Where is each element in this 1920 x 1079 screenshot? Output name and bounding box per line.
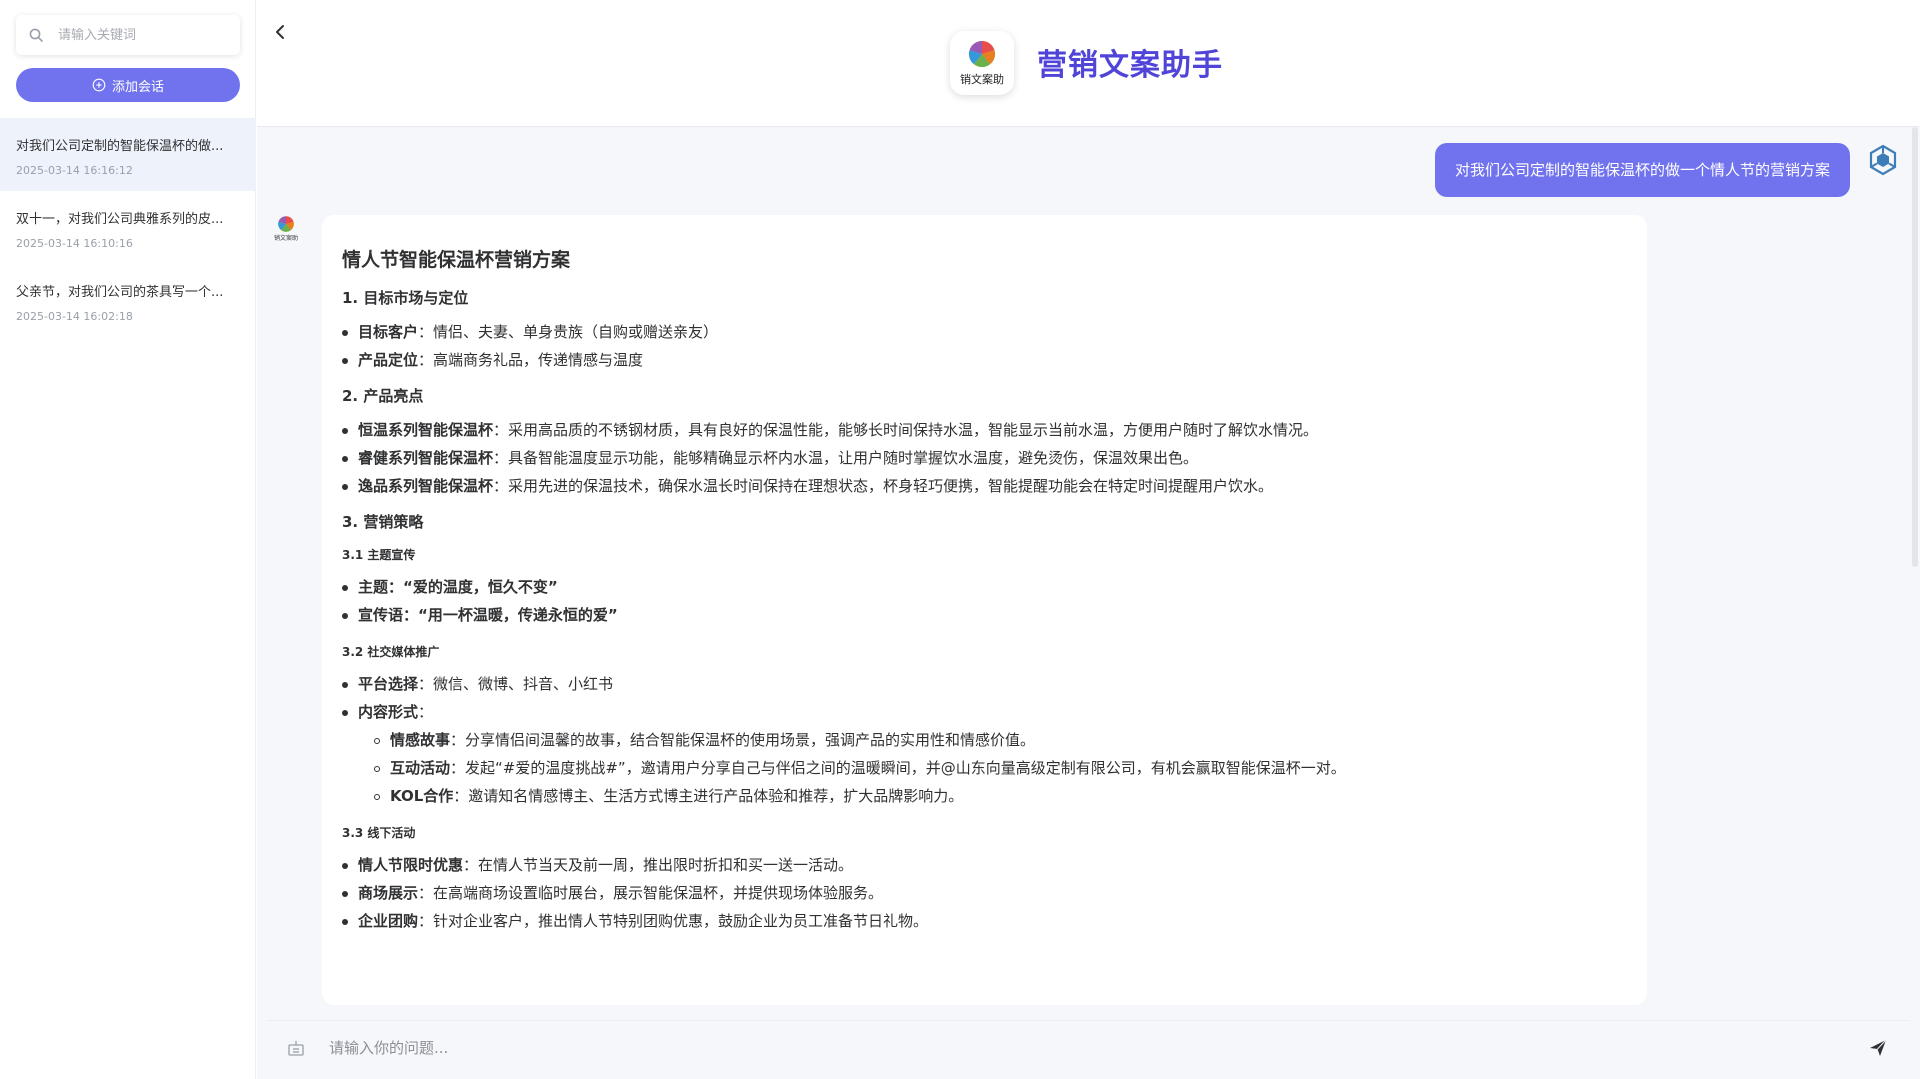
list-item: 主题：“爱的温度，恒久不变” (342, 573, 1627, 601)
subsection-heading: 3.2 社交媒体推广 (342, 645, 440, 659)
message-input[interactable] (329, 1039, 1868, 1057)
user-message-row: 对我们公司定制的智能保温杯的做一个情人节的营销方案 (1434, 143, 1900, 197)
list-item: 企业团购：针对企业客户，推出情人节特别团购优惠，鼓励企业为员工准备节日礼物。 (342, 907, 1627, 935)
list-item: 产品定位：高端商务礼品，传递情感与温度 (342, 346, 1627, 374)
section-heading: 2. 产品亮点 (342, 387, 424, 405)
conversation-item[interactable]: 双十一，对我们公司典雅系列的皮... 2025-03-14 16:10:16 (0, 191, 256, 264)
nested-list: 情感故事：分享情侣间温馨的故事，结合智能保温杯的使用场景，强调产品的实用性和情感… (358, 726, 1627, 810)
bullet-list: 情人节限时优惠：在情人节当天及前一周，推出限时折扣和买一送一活动。 商场展示：在… (342, 851, 1627, 935)
attachment-icon[interactable] (287, 1039, 305, 1057)
conversation-item[interactable]: 对我们公司定制的智能保温杯的做... 2025-03-14 16:16:12 (0, 118, 256, 191)
bot-color-wheel-icon (278, 216, 294, 232)
add-conversation-label: 添加会话 (111, 79, 164, 95)
nested-list-item: 互动活动：发起“#爱的温度挑战#”，邀请用户分享自己与伴侣之间的温暖瞬间，并@山… (374, 754, 1627, 782)
user-message: 对我们公司定制的智能保温杯的做一个情人节的营销方案 (1434, 143, 1850, 197)
conversation-list: 对我们公司定制的智能保温杯的做... 2025-03-14 16:16:12 双… (0, 118, 256, 337)
sidebar: 添加会话 对我们公司定制的智能保温杯的做... 2025-03-14 16:16… (0, 0, 256, 1079)
bot-avatar-text: 销文案助 (273, 235, 298, 242)
list-item: 平台选择：微信、微博、抖音、小红书 (342, 670, 1627, 698)
list-item: 商场展示：在高端商场设置临时展台，展示智能保温杯，并提供现场体验服务。 (342, 879, 1627, 907)
subsection-heading: 3.1 主题宣传 (342, 548, 416, 562)
user-avatar-icon (1869, 144, 1897, 176)
conversation-time: 2025-03-14 16:10:16 (16, 237, 133, 250)
search-box[interactable] (16, 15, 240, 55)
section-heading: 3. 营销策略 (342, 513, 424, 531)
send-icon[interactable] (1868, 1038, 1888, 1058)
list-item: 宣传语：“用一杯温暖，传递永恒的爱” (342, 601, 1627, 629)
scrollbar[interactable] (1912, 127, 1918, 567)
chat-header: 销文案助 营销文案助手 (257, 0, 1920, 127)
list-item: 逸品系列智能保温杯：采用先进的保温技术，确保水温长时间保持在理想状态，杯身轻巧便… (342, 472, 1627, 500)
app-logo: 销文案助 (950, 31, 1014, 95)
conversation-time: 2025-03-14 16:02:18 (16, 310, 133, 323)
chat-main: 销文案助 营销文案助手 对我们公司定制的智能保温杯的做一个情人节的营销方案 销文… (257, 0, 1920, 1079)
bullet-list: 目标客户：情侣、夫妻、单身贵族（自购或赠送亲友） 产品定位：高端商务礼品，传递情… (342, 318, 1627, 374)
list-item: 情人节限时优惠：在情人节当天及前一周，推出限时折扣和买一送一活动。 (342, 851, 1627, 879)
app-logo-text: 销文案助 (960, 73, 1004, 86)
bullet-list: 恒温系列智能保温杯：采用高品质的不锈钢材质，具有良好的保温性能，能够长时间保持水… (342, 416, 1627, 500)
search-icon (29, 28, 43, 42)
conversation-title: 对我们公司定制的智能保温杯的做... (16, 139, 224, 154)
nested-list-item: KOL合作：邀请知名情感博主、生活方式博主进行产品体验和推荐，扩大品牌影响力。 (374, 782, 1627, 810)
add-conversation-button[interactable]: 添加会话 (16, 68, 240, 102)
color-wheel-icon (968, 40, 996, 68)
page-title: 营销文案助手 (1037, 48, 1223, 83)
nested-list-item: 情感故事：分享情侣间温馨的故事，结合智能保温杯的使用场景，强调产品的实用性和情感… (374, 726, 1627, 754)
bullet-list: 主题：“爱的温度，恒久不变” 宣传语：“用一杯温暖，传递永恒的爱” (342, 573, 1627, 629)
plus-circle-icon (92, 78, 106, 92)
chevron-left-icon[interactable] (271, 22, 291, 42)
list-item: 恒温系列智能保温杯：采用高品质的不锈钢材质，具有良好的保温性能，能够长时间保持水… (342, 416, 1627, 444)
search-input[interactable] (58, 27, 218, 43)
conversation-item[interactable]: 父亲节，对我们公司的茶具写一个... 2025-03-14 16:02:18 (0, 264, 256, 337)
list-item: 睿健系列智能保温杯：具备智能温度显示功能，能够精确显示杯内水温，让用户随时掌握饮… (342, 444, 1627, 472)
list-item: 目标客户：情侣、夫妻、单身贵族（自购或赠送亲友） (342, 318, 1627, 346)
bot-message: 情人节智能保温杯营销方案 1. 目标市场与定位 目标客户：情侣、夫妻、单身贵族（… (322, 215, 1647, 1005)
conversation-time: 2025-03-14 16:16:12 (16, 164, 133, 177)
answer-title: 情人节智能保温杯营销方案 (342, 249, 571, 271)
conversation-title: 双十一，对我们公司典雅系列的皮... (16, 212, 224, 227)
conversation-title: 父亲节，对我们公司的茶具写一个... (16, 285, 224, 300)
list-item: 内容形式： 情感故事：分享情侣间温馨的故事，结合智能保温杯的使用场景，强调产品的… (342, 698, 1627, 810)
subsection-heading: 3.3 线下活动 (342, 826, 416, 840)
bullet-list: 平台选择：微信、微博、抖音、小红书 内容形式： 情感故事：分享情侣间温馨的故事，… (342, 670, 1627, 810)
bot-avatar: 销文案助 (270, 215, 302, 247)
section-heading: 1. 目标市场与定位 (342, 289, 469, 307)
message-input-bar (267, 1020, 1910, 1075)
